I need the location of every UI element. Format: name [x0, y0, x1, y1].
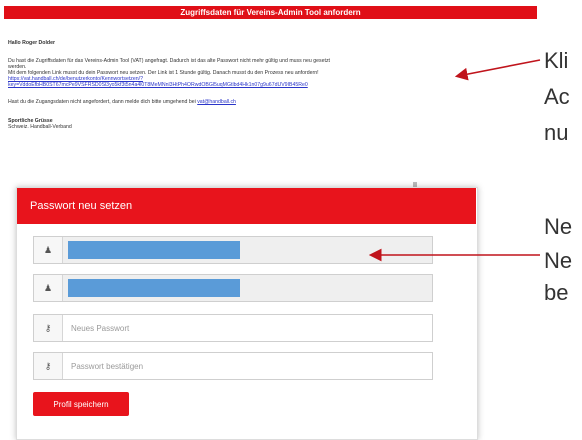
side-text-line: Ac: [544, 84, 570, 109]
side-text-line: Ne: [544, 248, 573, 273]
user-icon: ♟: [34, 237, 63, 263]
email-greeting: Hallo Roger Dolder: [8, 40, 55, 46]
redacted-value: [68, 241, 240, 259]
email-field: ♟: [33, 274, 433, 302]
key-icon: ⚷: [34, 315, 63, 341]
user-icon: ♟: [34, 275, 63, 301]
confirm-password-field[interactable]: ⚷: [33, 352, 433, 380]
username-field: ♟: [33, 236, 433, 264]
new-password-field[interactable]: ⚷: [33, 314, 433, 342]
save-profile-button[interactable]: Profil speichern: [33, 392, 129, 416]
side-text-line: Ne: [544, 214, 573, 239]
redacted-value: [68, 279, 240, 297]
email-contact-text: Hast du die Zugangsdaten nicht angeforde…: [8, 99, 196, 105]
new-password-input[interactable]: [63, 315, 431, 341]
email-signature: Schweiz. Handball-Verband: [8, 124, 72, 130]
email-subject-bar: Zugriffsdaten für Vereins-Admin Tool anf…: [4, 6, 537, 19]
contact-email-link[interactable]: vat@handball.ch: [197, 99, 236, 105]
side-text-line: nu: [544, 120, 569, 145]
side-text-line: Kli: [544, 48, 569, 73]
email-contact-line: Hast du die Zugangsdaten nicht angeforde…: [8, 99, 538, 105]
confirm-password-input[interactable]: [63, 353, 431, 379]
panel-title: Passwort neu setzen: [17, 188, 476, 224]
key-icon: ⚷: [34, 353, 63, 379]
reset-link-key[interactable]: key=VddoEfbHB0ST67mcPe9VSFRSD0Sl3yo5kf3t…: [8, 82, 538, 88]
side-text-line: be: [544, 280, 569, 305]
